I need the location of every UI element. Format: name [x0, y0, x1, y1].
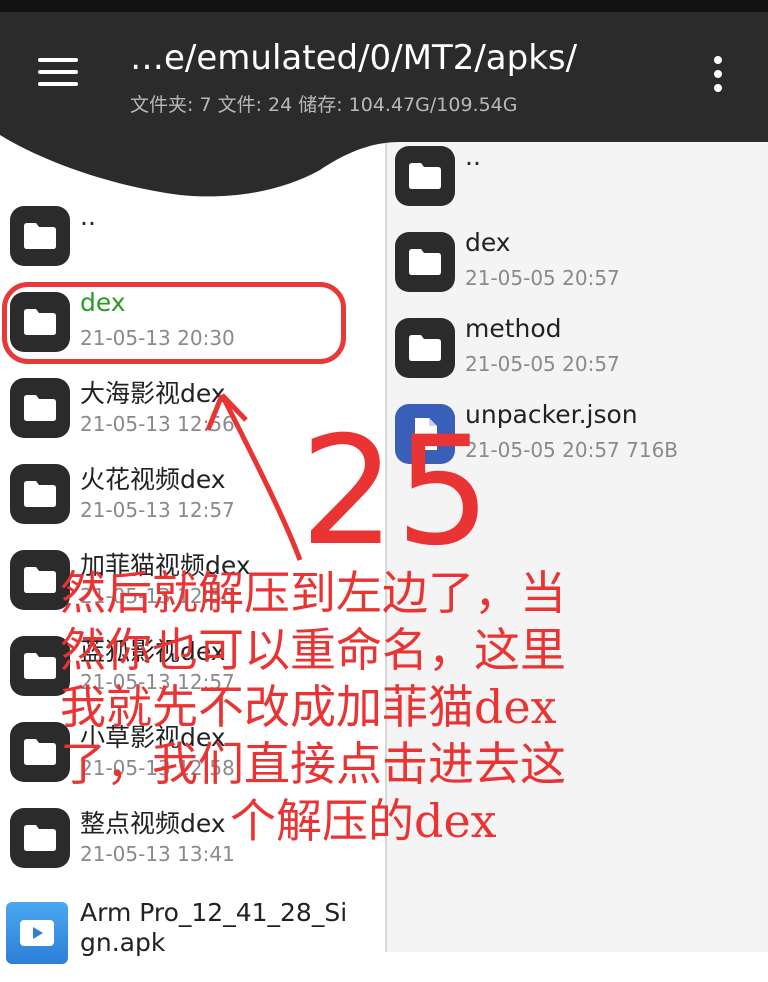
- annotation-line: 然后就解压到左边了，当: [60, 566, 566, 620]
- annotation-line: 然你也可以重命名，这里: [60, 623, 566, 677]
- annotation-step-number: 25: [300, 405, 491, 579]
- annotation-line: 个解压的dex: [230, 794, 497, 848]
- annotation-text: 然后就解压到左边了，当 然你也可以重命名，这里 我就先不改成加菲猫dex 了，我…: [60, 565, 760, 850]
- annotation-line: 我就先不改成加菲猫dex: [60, 680, 557, 734]
- annotation-line: 了，我们直接点击进去这: [60, 737, 566, 791]
